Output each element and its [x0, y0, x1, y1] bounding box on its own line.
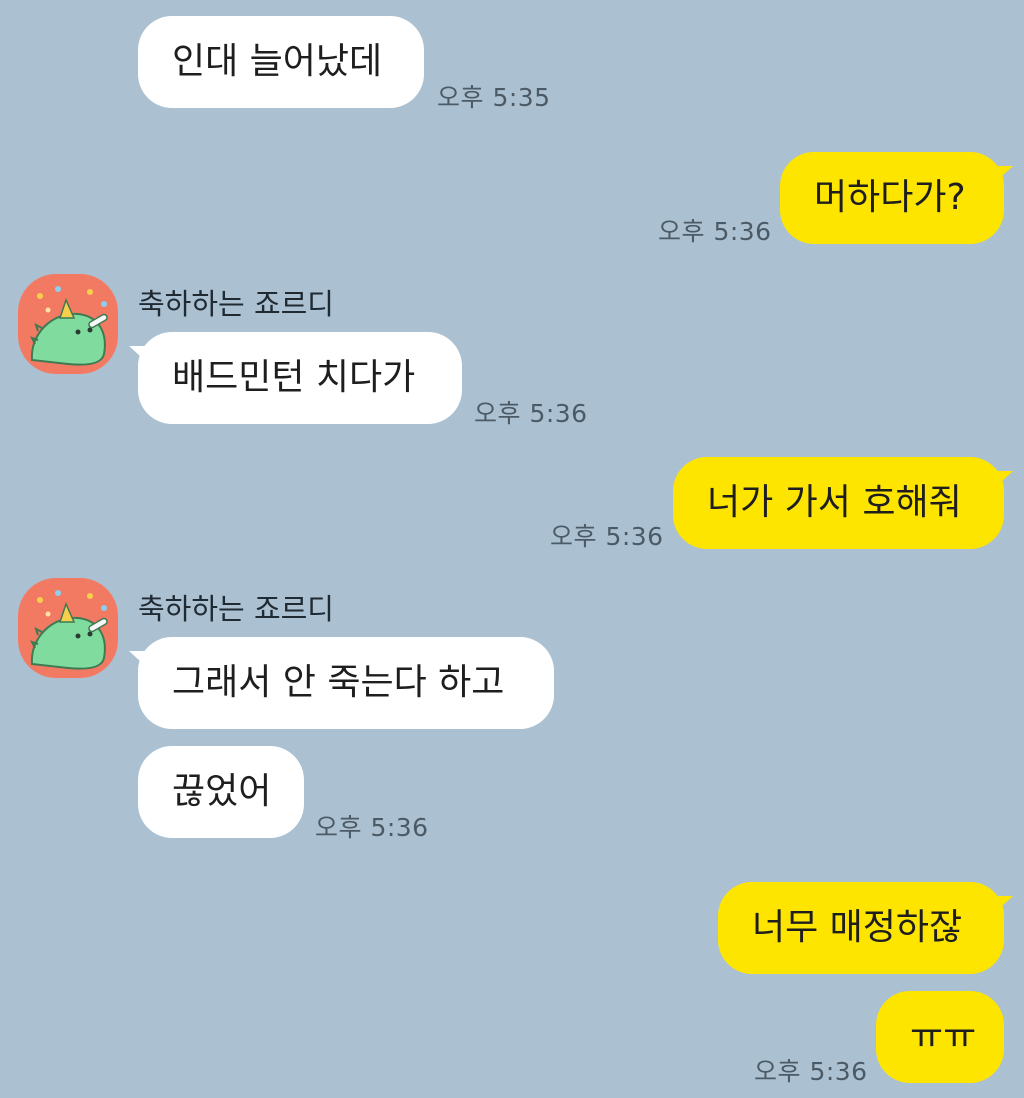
- message-timestamp: 오후 5:36: [754, 1057, 868, 1086]
- incoming-message-bubble[interactable]: 그래서 안 죽는다 하고: [129, 637, 554, 729]
- sender-avatar[interactable]: [18, 578, 118, 678]
- message-text: 머하다가?: [814, 177, 966, 218]
- message-text: 너가 가서 호해줘: [707, 482, 962, 523]
- message-timestamp: 오후 5:36: [658, 217, 772, 246]
- sender-avatar[interactable]: [18, 274, 118, 374]
- message-text: ㅠㅠ: [910, 1016, 977, 1057]
- incoming-message-bubble[interactable]: 인대 늘어났데: [138, 16, 424, 108]
- message-timestamp: 오후 5:35: [437, 83, 551, 112]
- jordy-party-avatar-icon: [30, 590, 108, 670]
- outgoing-message-bubble[interactable]: 너가 가서 호해줘: [673, 457, 1013, 549]
- incoming-message-bubble[interactable]: 끊었어: [138, 746, 304, 838]
- outgoing-message-bubble[interactable]: 너무 매정하잖: [718, 882, 1013, 974]
- message-timestamp: 오후 5:36: [550, 522, 664, 551]
- outgoing-message-bubble[interactable]: 머하다가?: [780, 152, 1013, 244]
- message-text: 인대 늘어났데: [172, 41, 383, 82]
- outgoing-message-bubble[interactable]: ㅠㅠ: [876, 991, 1004, 1083]
- incoming-message-bubble[interactable]: 배드민턴 치다가: [129, 332, 462, 424]
- sender-name: 축하하는 죠르디: [138, 287, 334, 321]
- message-timestamp: 오후 5:36: [474, 399, 588, 428]
- message-text: 너무 매정하잖: [752, 907, 963, 948]
- message-text: 배드민턴 치다가: [172, 357, 416, 398]
- message-timestamp: 오후 5:36: [315, 813, 429, 842]
- jordy-party-avatar-icon: [30, 286, 108, 366]
- sender-name: 축하하는 죠르디: [138, 592, 334, 626]
- message-text: 끊었어: [172, 771, 272, 812]
- message-text: 그래서 안 죽는다 하고: [172, 662, 505, 703]
